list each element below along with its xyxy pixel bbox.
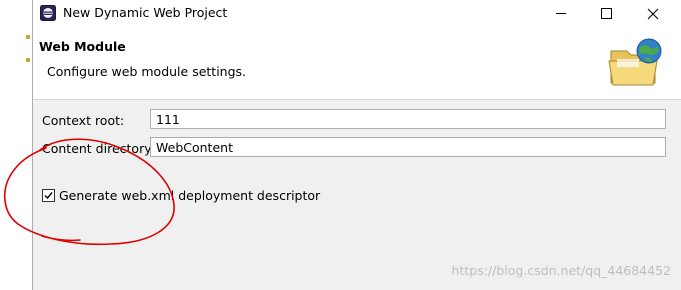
close-button[interactable] — [630, 0, 675, 27]
background-editor-strip — [0, 0, 32, 290]
minimize-button[interactable] — [538, 0, 583, 27]
minimize-icon — [555, 13, 566, 14]
background-marker-icon — [26, 35, 30, 39]
title-bar: New Dynamic Web Project — [33, 0, 681, 27]
dialog-window: New Dynamic Web Project Web Module Confi… — [32, 0, 681, 290]
watermark-text: https://blog.csdn.net/qq_44684452 — [451, 263, 671, 278]
folder-globe-icon — [607, 37, 665, 87]
maximize-button[interactable] — [584, 0, 629, 27]
window-title: New Dynamic Web Project — [63, 5, 228, 20]
checkmark-icon — [44, 192, 53, 200]
close-icon — [647, 8, 658, 19]
generate-web-xml-checkbox[interactable] — [42, 189, 55, 202]
wizard-header: Web Module Configure web module settings… — [33, 27, 681, 100]
context-root-input[interactable] — [150, 109, 666, 129]
context-root-label: Context root: — [42, 113, 125, 128]
maximize-icon — [601, 8, 612, 19]
background-marker-icon — [26, 58, 30, 62]
page-title: Web Module — [39, 39, 126, 54]
eclipse-icon — [40, 5, 56, 21]
generate-web-xml-label[interactable]: Generate web.xml deployment descriptor — [59, 188, 320, 203]
page-description: Configure web module settings. — [47, 64, 247, 79]
content-directory-input[interactable] — [150, 137, 666, 157]
content-directory-label: Content directory: — [42, 141, 155, 156]
